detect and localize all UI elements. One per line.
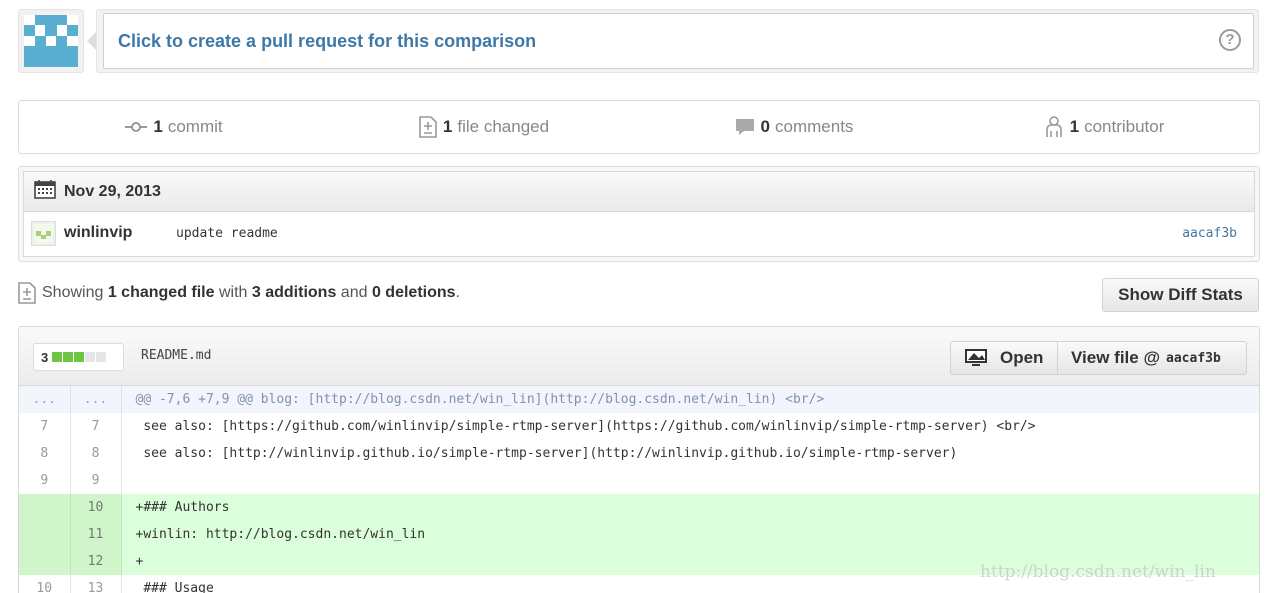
diffstat-count: 3 xyxy=(41,349,49,365)
old-line-number[interactable]: 8 xyxy=(19,440,71,467)
view-file-button[interactable]: View file @ aacaf3b xyxy=(1058,342,1246,374)
view-file-label: View file @ xyxy=(1071,348,1161,367)
view-file-sha: aacaf3b xyxy=(1166,350,1221,366)
commit-author-link[interactable]: winlinvip xyxy=(64,224,176,242)
commit-date: Nov 29, 2013 xyxy=(64,182,161,200)
pull-request-text[interactable]: Click to create a pull request for this … xyxy=(118,31,536,52)
file-diff: 3 README.md Open View file @ aacaf3b ...… xyxy=(18,326,1260,593)
diff-summary: Showing 1 changed file with 3 additions … xyxy=(18,282,460,304)
diff-context-line: 88 see also: [http://winlinvip.github.io… xyxy=(19,440,1259,467)
diff-added-line: 10 +### Authors xyxy=(19,494,1259,521)
files-count: 1 xyxy=(442,117,453,136)
repo-owner-avatar[interactable] xyxy=(18,9,84,73)
old-line-number[interactable] xyxy=(19,494,71,521)
file-diffstat[interactable]: 3 xyxy=(33,343,124,371)
desktop-icon xyxy=(964,348,988,368)
contributors-tab[interactable]: 1 contributor xyxy=(949,101,1259,153)
diffstat-added-block xyxy=(52,352,63,362)
compare-page: Click to create a pull request for this … xyxy=(0,0,1271,593)
new-line-number[interactable]: 12 xyxy=(70,548,122,575)
diff-line-code: @@ -7,6 +7,9 @@ blog: [http://blog.csdn.… xyxy=(121,386,1259,413)
old-line-number[interactable] xyxy=(19,548,71,575)
comments-tab[interactable]: 0 comments xyxy=(639,101,949,153)
file-diff-icon xyxy=(419,116,437,138)
diff-line-code: +winlin: http://blog.csdn.net/win_lin xyxy=(121,521,1259,548)
file-actions: Open View file @ aacaf3b xyxy=(950,341,1247,375)
commits-label: commit xyxy=(167,117,223,136)
comment-icon xyxy=(735,118,755,136)
old-line-number[interactable] xyxy=(19,521,71,548)
new-line-number[interactable]: 11 xyxy=(70,521,122,548)
file-name[interactable]: README.md xyxy=(141,348,211,363)
file-header: 3 README.md Open View file @ aacaf3b xyxy=(19,327,1259,386)
open-label: Open xyxy=(1000,348,1044,367)
old-line-number[interactable]: 9 xyxy=(19,467,71,494)
commit-list: Nov 29, 2013 winlinvip update readme aac… xyxy=(23,171,1255,257)
old-line-number[interactable]: ... xyxy=(19,386,71,413)
compare-stats-bar: 1 commit 1 file changed 0 comments 1 con… xyxy=(18,100,1260,154)
files-changed-tab[interactable]: 1 file changed xyxy=(329,101,639,153)
new-line-number[interactable]: 10 xyxy=(70,494,122,521)
commit-message-link[interactable]: update readme xyxy=(176,226,278,241)
file-diff-icon xyxy=(18,282,36,304)
summary-changed-files: 1 changed file xyxy=(107,284,215,301)
new-line-number[interactable]: ... xyxy=(70,386,122,413)
identicon-icon xyxy=(24,15,78,67)
new-line-number[interactable]: 9 xyxy=(70,467,122,494)
diff-line-code: +### Authors xyxy=(121,494,1259,521)
new-line-number[interactable]: 13 xyxy=(70,575,122,593)
author-avatar-icon[interactable] xyxy=(31,220,56,246)
comments-count: 0 xyxy=(760,117,771,136)
diffstat-neutral-block xyxy=(96,352,107,362)
old-line-number[interactable]: 10 xyxy=(19,575,71,593)
contributors-count: 1 xyxy=(1069,117,1080,136)
comments-label: comments xyxy=(775,117,854,136)
diff-line-code xyxy=(121,467,1259,494)
new-line-number[interactable]: 8 xyxy=(70,440,122,467)
diff-context-line: 77 see also: [https://github.com/winlinv… xyxy=(19,413,1259,440)
watermark: http://blog.csdn.net/win_lin xyxy=(980,562,1216,582)
calendar-icon xyxy=(34,179,56,204)
new-line-number[interactable]: 7 xyxy=(70,413,122,440)
diff-added-line: 11 +winlin: http://blog.csdn.net/win_lin xyxy=(19,521,1259,548)
organization-icon xyxy=(1044,116,1064,138)
create-pull-request-link[interactable]: Click to create a pull request for this … xyxy=(103,13,1254,69)
diff-line-code: see also: [http://winlinvip.github.io/si… xyxy=(135,446,958,461)
diffstat-added-block xyxy=(74,352,85,362)
commits-tab[interactable]: 1 commit xyxy=(19,101,329,153)
open-button[interactable]: Open xyxy=(951,342,1058,374)
diff-line-code: see also: [https://github.com/winlinvip/… xyxy=(135,419,1036,434)
commit-date-header: Nov 29, 2013 xyxy=(24,172,1254,212)
diff-hunk-header: ...... @@ -7,6 +7,9 @@ blog: [http://blog… xyxy=(19,386,1259,413)
show-diff-stats-button[interactable]: Show Diff Stats xyxy=(1102,278,1259,312)
diffstat-neutral-block xyxy=(85,352,96,362)
files-label: file changed xyxy=(457,117,550,136)
commits-count: 1 xyxy=(153,117,163,136)
diffstat-blocks xyxy=(52,352,107,362)
summary-with: with xyxy=(218,284,248,301)
summary-deletions: 0 deletions xyxy=(371,284,456,301)
diff-context-line: 99 xyxy=(19,467,1259,494)
commit-icon xyxy=(125,121,148,133)
summary-and: and xyxy=(340,284,368,301)
contributors-label: contributor xyxy=(1084,117,1165,136)
commit-group: Nov 29, 2013 winlinvip update readme aac… xyxy=(18,166,1260,262)
diffstat-added-block xyxy=(63,352,74,362)
summary-period: . xyxy=(455,284,460,301)
commit-row: winlinvip update readme aacaf3b xyxy=(24,212,1254,254)
summary-showing: Showing xyxy=(42,284,104,301)
pull-request-banner: Click to create a pull request for this … xyxy=(96,9,1259,73)
commit-sha-link[interactable]: aacaf3b xyxy=(1182,226,1237,241)
old-line-number[interactable]: 7 xyxy=(19,413,71,440)
summary-additions: 3 additions xyxy=(251,284,337,301)
help-icon[interactable]: ? xyxy=(1219,29,1241,51)
